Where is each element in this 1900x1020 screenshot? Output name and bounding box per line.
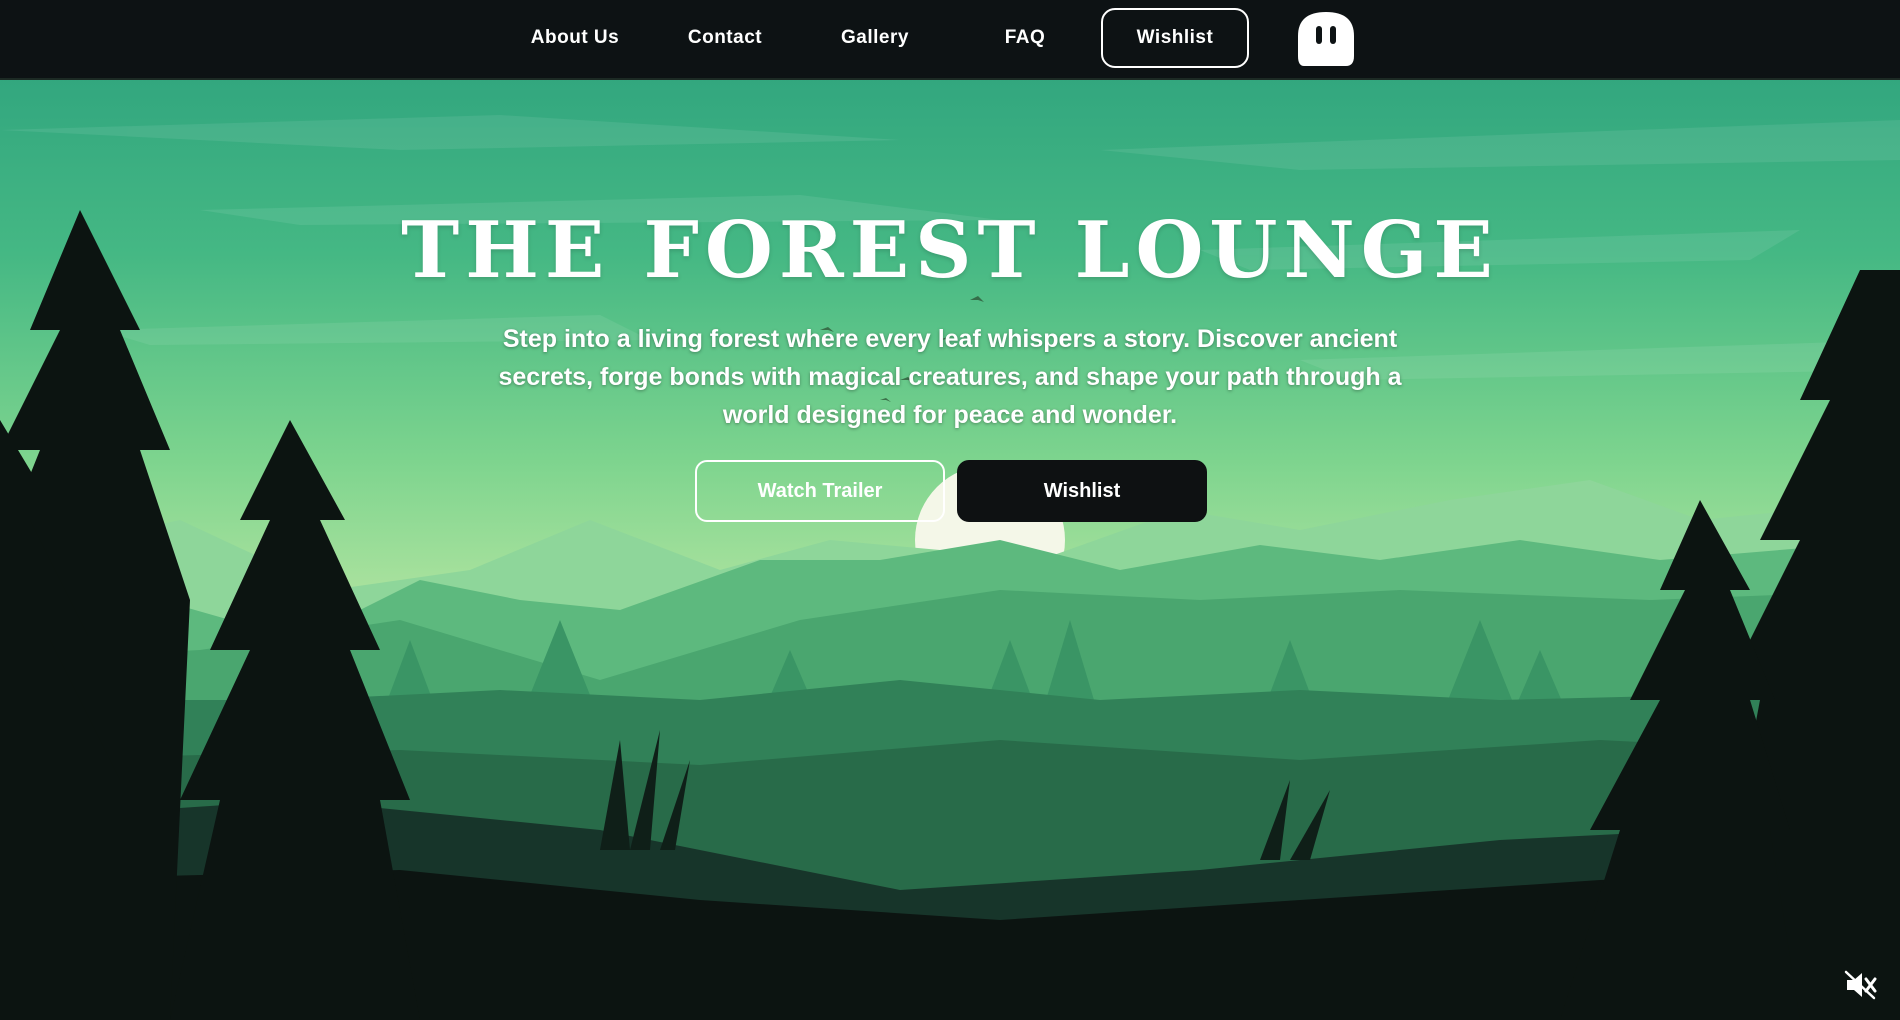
volume-muted-icon[interactable] bbox=[1844, 970, 1878, 1000]
hero-description: Step into a living forest where every le… bbox=[498, 325, 1402, 429]
hero-wishlist-button[interactable]: Wishlist bbox=[957, 460, 1207, 522]
nav-wishlist-button[interactable]: Wishlist bbox=[1101, 8, 1249, 68]
nav-about-us[interactable]: About Us bbox=[520, 20, 630, 56]
top-navbar: About Us Contact Gallery FAQ Wishlist bbox=[0, 0, 1900, 80]
forest-background bbox=[0, 0, 1900, 1020]
nav-contact[interactable]: Contact bbox=[675, 20, 775, 56]
watch-trailer-button[interactable]: Watch Trailer bbox=[695, 460, 945, 522]
hero-title: THE FOREST LOUNGE bbox=[401, 205, 1499, 296]
nav-faq[interactable]: FAQ bbox=[990, 20, 1060, 56]
ghost-pause-icon[interactable] bbox=[1296, 10, 1356, 68]
nav-gallery[interactable]: Gallery bbox=[825, 20, 925, 56]
